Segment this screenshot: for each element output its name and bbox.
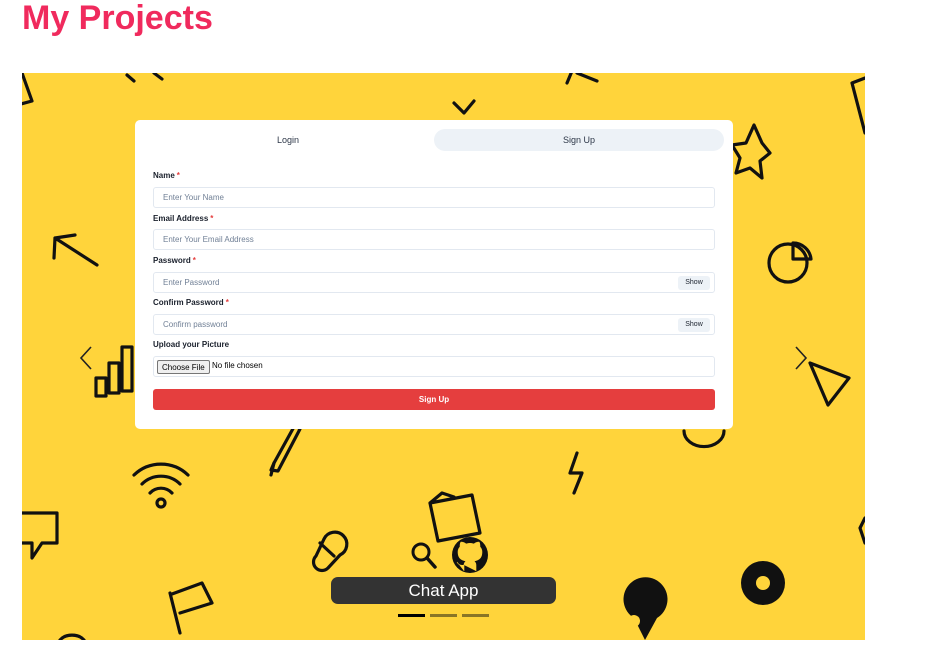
confirm-password-label: Confirm Password * <box>153 298 229 307</box>
signup-form-card: Login Sign Up Name * Enter Your Name Emai… <box>135 120 733 429</box>
slide-indicator-1[interactable] <box>398 614 425 617</box>
required-marker: * <box>176 171 180 180</box>
slide-indicator-2[interactable] <box>430 614 457 617</box>
password-placeholder: Enter Password <box>163 278 220 287</box>
project-links <box>411 537 488 573</box>
name-field[interactable]: Enter Your Name <box>153 187 715 208</box>
confirm-password-field[interactable]: Confirm password Show <box>153 314 715 335</box>
slide-indicator-3[interactable] <box>462 614 489 617</box>
file-status-text: No file chosen <box>212 361 263 370</box>
tab-login[interactable]: Login <box>143 129 433 151</box>
tab-signup[interactable]: Sign Up <box>434 129 724 151</box>
choose-file-button[interactable]: Choose File <box>157 360 210 374</box>
password-field[interactable]: Enter Password Show <box>153 272 715 293</box>
show-password-button[interactable]: Show <box>678 276 710 290</box>
search-icon[interactable] <box>411 542 437 569</box>
page-title: My Projects <box>22 0 213 37</box>
chevron-right-icon[interactable] <box>793 345 809 371</box>
project-carousel: Login Sign Up Name * Enter Your Name Emai… <box>22 73 865 640</box>
required-marker: * <box>192 256 196 265</box>
github-icon[interactable] <box>452 537 488 573</box>
confirm-password-placeholder: Confirm password <box>163 320 228 329</box>
required-marker: * <box>210 214 214 223</box>
email-label: Email Address * <box>153 214 214 223</box>
file-upload-field: Choose File No file chosen <box>153 356 715 377</box>
required-marker: * <box>225 298 229 307</box>
auth-tabs: Login Sign Up <box>143 129 724 151</box>
signup-submit-button[interactable]: Sign Up <box>153 389 715 410</box>
show-confirm-password-button[interactable]: Show <box>678 318 710 332</box>
name-label: Name * <box>153 171 180 180</box>
email-field[interactable]: Enter Your Email Address <box>153 229 715 250</box>
chevron-left-icon[interactable] <box>78 345 94 371</box>
password-label: Password * <box>153 256 196 265</box>
slide-caption: Chat App <box>331 577 556 604</box>
upload-picture-label: Upload your Picture <box>153 340 230 349</box>
